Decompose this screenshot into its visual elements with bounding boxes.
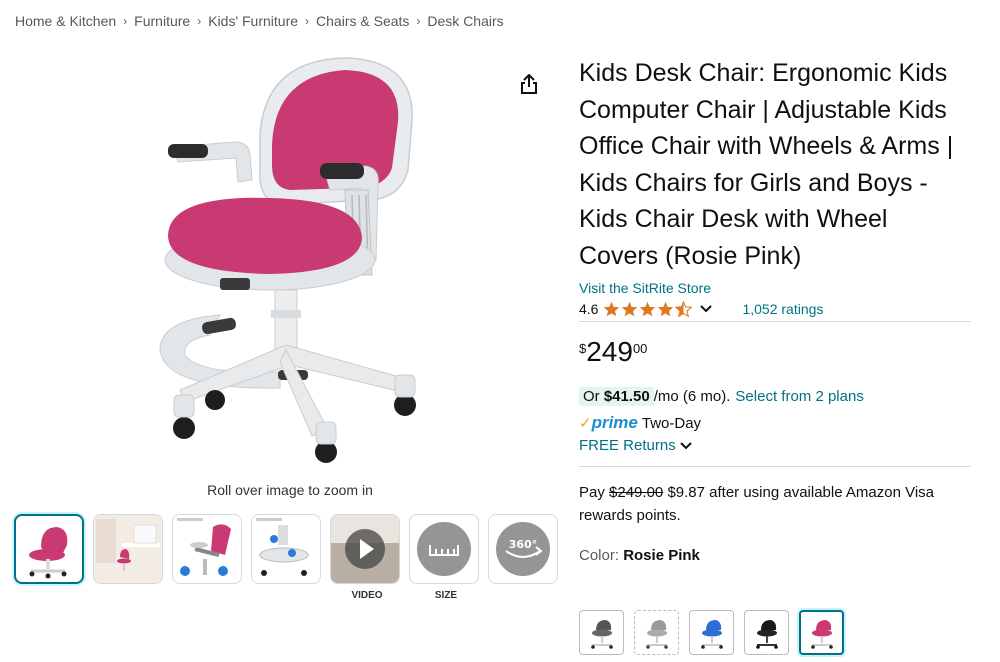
star-full-icon xyxy=(622,301,638,317)
thumbnail-size[interactable] xyxy=(409,514,479,584)
rating-row: 4.6 1,052 ratings xyxy=(579,301,971,322)
delivery-speed: Two-Day xyxy=(641,414,702,432)
thumbnail-2[interactable] xyxy=(93,514,163,584)
breadcrumb-separator-icon: › xyxy=(416,14,421,28)
rating-number: 4.6 xyxy=(579,301,599,317)
chevron-down-icon xyxy=(679,441,692,449)
breadcrumb-furniture[interactable]: Furniture xyxy=(134,13,190,29)
breadcrumb-desk-chairs[interactable]: Desk Chairs xyxy=(427,13,503,29)
breadcrumb-kids-furniture[interactable]: Kids' Furniture xyxy=(208,13,298,29)
thumbnail-3[interactable] xyxy=(172,514,242,584)
thumbnail-size-label: SIZE xyxy=(434,590,458,601)
color-selection: Color: Rosie Pink xyxy=(579,547,971,564)
ruler-icon xyxy=(417,522,471,576)
breadcrumb-separator-icon: › xyxy=(305,14,310,28)
zoom-hint: Roll over image to zoom in xyxy=(207,482,373,498)
breadcrumb-separator-icon: › xyxy=(197,14,202,28)
breadcrumb: Home & Kitchen › Furniture › Kids' Furni… xyxy=(15,13,504,29)
rewards-old-price: $249.00 xyxy=(609,484,664,501)
free-returns[interactable]: FREE Returns xyxy=(579,437,971,467)
select-plans-link[interactable]: Select from 2 plans xyxy=(735,388,863,405)
color-swatches xyxy=(579,610,844,655)
store-link[interactable]: Visit the SitRite Store xyxy=(579,280,971,296)
color-value: Rosie Pink xyxy=(623,547,700,564)
thumbnail-strip: 360° xyxy=(14,514,558,584)
monthly-suffix: /mo (6 mo). xyxy=(653,388,731,405)
thumbnail-360[interactable]: 360° xyxy=(488,514,558,584)
price-symbol: $ xyxy=(579,341,587,356)
main-product-image[interactable] xyxy=(140,50,440,470)
rating-chevron-down-icon[interactable] xyxy=(700,305,713,313)
monthly-amount: $41.50 xyxy=(603,388,650,405)
rewards-pay: Pay xyxy=(579,484,605,501)
color-label: Color: xyxy=(579,547,620,564)
price-whole: 249 xyxy=(586,336,633,367)
star-full-icon xyxy=(658,301,674,317)
free-returns-label[interactable]: FREE Returns xyxy=(579,437,676,454)
star-rating[interactable] xyxy=(603,301,693,317)
product-title: Kids Desk Chair: Ergonomic Kids Computer… xyxy=(579,59,954,270)
product-details: Kids Desk Chair: Ergonomic Kids Computer… xyxy=(579,55,971,564)
star-half-icon xyxy=(675,301,693,317)
share-button[interactable] xyxy=(516,71,542,97)
share-icon xyxy=(521,74,537,94)
prime-delivery: ✓ prime Two-Day xyxy=(579,413,971,433)
swatch-blue[interactable] xyxy=(689,610,734,655)
thumbnail-video[interactable] xyxy=(330,514,400,584)
price-fraction: 00 xyxy=(632,341,648,356)
rotate-360-icon: 360° xyxy=(496,522,550,576)
thumbnail-1[interactable] xyxy=(14,514,84,584)
swatch-light-gray[interactable] xyxy=(634,610,679,655)
breadcrumb-home-kitchen[interactable]: Home & Kitchen xyxy=(15,13,116,29)
star-full-icon xyxy=(604,301,620,317)
price: $ 249 00 xyxy=(579,337,971,367)
thumbnail-4[interactable] xyxy=(251,514,321,584)
prime-check-icon: ✓ xyxy=(579,415,592,432)
breadcrumb-separator-icon: › xyxy=(123,14,128,28)
breadcrumb-chairs-seats[interactable]: Chairs & Seats xyxy=(316,13,409,29)
star-full-icon xyxy=(640,301,656,317)
rewards-offer: Pay $249.00 $9.87 after using available … xyxy=(579,481,971,527)
thumbnail-video-label: VIDEO xyxy=(351,590,383,601)
ratings-count-link[interactable]: 1,052 ratings xyxy=(742,301,823,317)
prime-logo[interactable]: prime xyxy=(592,413,638,433)
svg-text:360°: 360° xyxy=(509,538,537,551)
monthly-highlight: Or $41.50 xyxy=(579,387,654,406)
monthly-payment: Or $41.50 /mo (6 mo). Select from 2 plan… xyxy=(579,387,971,406)
swatch-black[interactable] xyxy=(744,610,789,655)
monthly-prefix: Or xyxy=(583,388,600,405)
swatch-rosie-pink[interactable] xyxy=(799,610,844,655)
swatch-gray[interactable] xyxy=(579,610,624,655)
